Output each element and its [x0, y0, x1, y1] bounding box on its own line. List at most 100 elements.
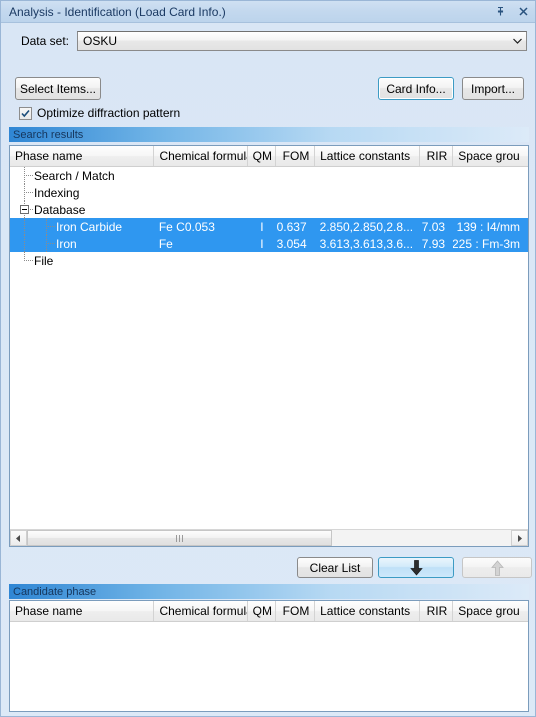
cp-col-header-lattice-constants[interactable]: Lattice constants	[315, 601, 420, 621]
import-button[interactable]: Import...	[462, 77, 524, 100]
cell-qm: I	[260, 219, 264, 234]
dataset-value: OSKU	[83, 34, 118, 48]
dataset-select[interactable]: OSKU	[77, 31, 527, 51]
col-header-chemical-formula[interactable]: Chemical formula	[154, 146, 248, 166]
tree-node-label: File	[34, 253, 54, 268]
table-row[interactable]: Database	[10, 201, 528, 218]
action-buttons: Clear List	[1, 557, 535, 579]
search-results-grid: Phase name Chemical formula QM FOM Latti…	[9, 145, 529, 547]
candidate-phase-rows	[10, 622, 528, 711]
pin-icon[interactable]	[493, 4, 508, 19]
search-results-hscrollbar[interactable]	[10, 529, 528, 546]
cell-chemical-formula	[154, 184, 247, 201]
tree-node-label: Iron	[56, 236, 77, 251]
cell-fom	[275, 201, 315, 218]
cell-space-group	[453, 167, 528, 184]
col-header-lattice-constants[interactable]: Lattice constants	[315, 146, 420, 166]
cell-fom	[275, 252, 315, 269]
cp-col-header-fom[interactable]: FOM	[276, 601, 316, 621]
col-header-rir[interactable]: RIR	[420, 146, 454, 166]
select-items-button[interactable]: Select Items...	[15, 77, 101, 100]
cp-col-header-space-group[interactable]: Space grou	[453, 601, 528, 621]
arrow-down-icon	[409, 559, 423, 576]
cell-qm: I	[260, 236, 264, 251]
cell-chemical-formula	[154, 252, 247, 269]
col-header-fom[interactable]: FOM	[276, 146, 316, 166]
tree-node-label: Search / Match	[34, 168, 115, 183]
cell-rir: 7.03	[421, 219, 446, 234]
cell-fom	[275, 167, 315, 184]
clear-list-button[interactable]: Clear List	[297, 557, 373, 578]
tree-node[interactable]: Iron	[10, 235, 154, 252]
col-header-space-group[interactable]: Space grou	[453, 146, 528, 166]
cell-rir	[419, 201, 453, 218]
close-icon[interactable]	[516, 4, 531, 19]
chevron-down-icon[interactable]	[509, 32, 526, 50]
optimize-diffraction-checkbox[interactable]: Optimize diffraction pattern	[19, 106, 180, 120]
window-titlebar: Analysis - Identification (Load Card Inf…	[1, 1, 535, 23]
cell-rir: 7.93	[421, 236, 446, 251]
tree-node[interactable]: Iron Carbide	[10, 218, 154, 235]
cell-chemical-formula: Fe C0.053	[158, 219, 215, 234]
identification-window: Analysis - Identification (Load Card Inf…	[0, 0, 536, 717]
dataset-label: Data set:	[20, 34, 69, 48]
window-title: Analysis - Identification (Load Card Inf…	[9, 4, 226, 19]
candidate-phase-section-header: Candidate phase	[9, 584, 529, 599]
cell-chemical-formula	[154, 167, 247, 184]
card-info-button[interactable]: Card Info...	[378, 77, 454, 100]
table-row[interactable]: Indexing	[10, 184, 528, 201]
cell-lattice-constants	[315, 201, 419, 218]
cell-rir	[419, 167, 453, 184]
table-row[interactable]: Iron Carbide Fe C0.053 I 0.637 2.850,2.850,2…	[10, 218, 528, 235]
search-results-rows: Search / Match Indexing Database Iron Carbi…	[10, 167, 528, 524]
tree-node-label: Database	[34, 202, 86, 217]
collapse-icon[interactable]	[20, 205, 29, 214]
cell-space-group: 139 : I4/mm	[456, 219, 520, 234]
cell-space-group: 225 : Fm-3m	[453, 236, 520, 251]
search-results-title: Search results	[13, 128, 84, 141]
move-up-button[interactable]	[462, 557, 532, 578]
cell-rir	[419, 252, 453, 269]
hscroll-thumb[interactable]	[27, 530, 332, 546]
tree-node-label: Iron Carbide	[56, 219, 123, 234]
arrow-up-icon	[490, 559, 504, 576]
tree-node[interactable]: Search / Match	[10, 167, 154, 184]
cp-col-header-phase-name[interactable]: Phase name	[10, 601, 155, 621]
candidate-phase-title: Candidate phase	[13, 585, 97, 598]
cp-col-header-rir[interactable]: RIR	[420, 601, 454, 621]
table-row[interactable]: Search / Match	[10, 167, 528, 184]
cell-space-group	[453, 201, 528, 218]
table-row[interactable]: File	[10, 252, 528, 269]
cell-lattice-constants	[315, 252, 419, 269]
cell-qm	[247, 252, 275, 269]
checkbox-box[interactable]	[19, 106, 32, 120]
check-icon	[21, 109, 30, 117]
optimize-diffraction-label: Optimize diffraction pattern	[37, 106, 181, 120]
col-header-qm[interactable]: QM	[248, 146, 276, 166]
cell-fom	[275, 184, 315, 201]
candidate-phase-grid: Phase name Chemical formula QM FOM Latti…	[9, 600, 529, 712]
cp-col-header-chemical-formula[interactable]: Chemical formula	[154, 601, 248, 621]
cell-lattice-constants: 2.850,2.850,2.8...	[319, 219, 414, 234]
triangle-left-icon[interactable]	[10, 530, 27, 546]
tree-node[interactable]: File	[10, 252, 154, 269]
cell-lattice-constants: 3.613,3.613,3.6...	[319, 236, 414, 251]
cell-qm	[247, 167, 275, 184]
table-row[interactable]: Iron Fe I 3.054 3.613,3.613,3.6... 7.93 225 : …	[10, 235, 528, 252]
cell-qm	[247, 184, 275, 201]
candidate-phase-header-row: Phase name Chemical formula QM FOM Latti…	[10, 601, 528, 622]
cell-lattice-constants	[315, 167, 419, 184]
dataset-row: Data set: OSKU	[1, 29, 535, 53]
search-results-section-header: Search results	[9, 127, 529, 142]
search-results-header-row: Phase name Chemical formula QM FOM Latti…	[10, 146, 528, 167]
triangle-right-icon[interactable]	[511, 530, 528, 546]
cp-col-header-qm[interactable]: QM	[248, 601, 276, 621]
col-header-phase-name[interactable]: Phase name	[10, 146, 155, 166]
tree-node[interactable]: Indexing	[10, 184, 154, 201]
hscroll-track[interactable]	[27, 530, 511, 546]
cell-chemical-formula	[154, 201, 247, 218]
grip-icon	[176, 534, 183, 542]
toolbar-buttons: Select Items... Card Info... Import...	[1, 77, 535, 101]
move-down-button[interactable]	[378, 557, 454, 578]
tree-node[interactable]: Database	[10, 201, 154, 218]
